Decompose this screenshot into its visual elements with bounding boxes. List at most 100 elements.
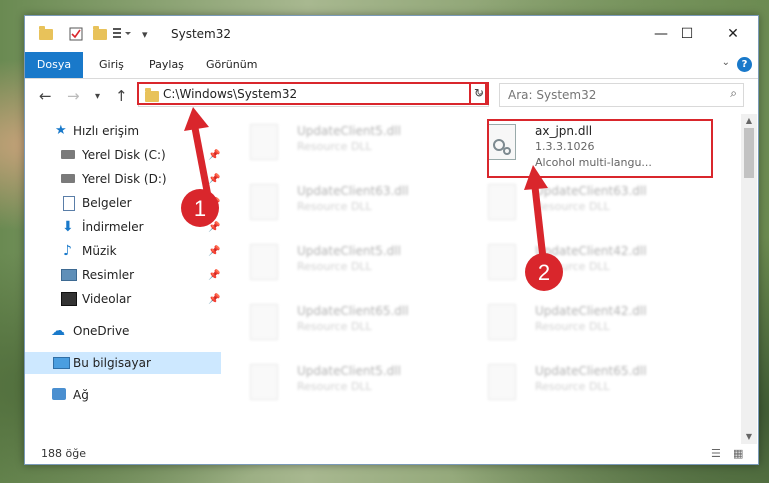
sidebar-item-local-disk-c[interactable]: Yerel Disk (C:) 📌 [25,144,221,166]
star-icon: ★ [55,123,67,138]
download-icon: ⬇ [62,219,74,235]
dll-file-icon [488,304,516,340]
address-highlight-box [137,82,487,105]
properties-icon[interactable] [69,25,85,43]
list-item[interactable]: UpdateClient63.dll Resource DLL [463,178,663,228]
file-name: UpdateClient42.dll [535,244,647,258]
sidebar-item-label: Yerel Disk (C:) [82,148,166,162]
dll-file-icon [250,184,278,220]
vertical-scrollbar[interactable]: ▲ ▼ [741,114,757,444]
pin-icon: 📌 [208,198,221,209]
search-box[interactable]: ⌕ [499,83,744,107]
pictures-icon [61,269,77,281]
list-item[interactable]: UpdateClient5.dll Resource DLL [225,118,425,168]
recent-locations-icon[interactable]: ▾ [95,91,100,102]
new-folder-icon[interactable] [93,25,107,43]
ribbon-expand-icon[interactable]: ⌄ [722,57,730,68]
file-name: UpdateClient63.dll [297,184,409,198]
dll-file-icon [250,244,278,280]
sidebar-item-label: Müzik [82,244,117,258]
list-item[interactable]: UpdateClient5.dll Resource DLL [225,238,425,288]
sidebar-item-videos[interactable]: Videolar 📌 [25,288,221,310]
videos-icon [61,292,77,306]
list-item[interactable]: UpdateClient63.dll Resource DLL [225,178,425,228]
file-type: Resource DLL [297,140,372,153]
file-type: Resource DLL [535,380,610,393]
music-icon: ♪ [63,243,72,259]
sidebar-item-label: Bu bilgisayar [73,356,151,370]
pin-icon: 📌 [208,174,221,185]
details-view-icon[interactable]: ☰ [711,447,725,460]
file-type: Resource DLL [297,260,372,273]
list-item[interactable]: UpdateClient65.dll Resource DLL [225,298,425,348]
sidebar-item-label: Ağ [73,388,89,402]
pin-icon: 📌 [208,150,221,161]
file-name: UpdateClient65.dll [535,364,647,378]
computer-icon [53,357,70,369]
sidebar-item-label: Hızlı erişim [73,124,140,138]
search-input[interactable] [506,85,710,105]
sidebar-item-local-disk-d[interactable]: Yerel Disk (D:) 📌 [25,168,221,190]
list-item[interactable]: UpdateClient42.dll Resource DLL [463,298,663,348]
file-highlight-box [487,119,713,178]
pin-icon: 📌 [208,246,221,257]
dll-file-icon [488,184,516,220]
sidebar-item-label: İndirmeler [82,220,144,234]
drive-icon [61,174,75,183]
file-name: UpdateClient5.dll [297,244,401,258]
title-bar: ▾ System32 — ☐ ✕ [25,16,758,52]
window-title: System32 [171,27,232,41]
refresh-button[interactable]: ↻ [469,82,489,105]
tab-view[interactable]: Görünüm [206,52,257,78]
minimize-button[interactable]: — [647,22,675,46]
sidebar-item-downloads[interactable]: ⬇ İndirmeler 📌 [25,216,221,238]
dll-file-icon [488,364,516,400]
tab-file[interactable]: Dosya [25,52,83,78]
up-button[interactable]: ↑ [115,87,128,105]
help-icon[interactable]: ? [737,57,752,72]
back-button[interactable]: ← [39,87,52,105]
customize-toolbar-icon[interactable] [113,25,135,43]
dll-file-icon [250,304,278,340]
file-type: Resource DLL [535,320,610,333]
list-item[interactable]: UpdateClient42.dll Resource DLL [463,238,663,288]
maximize-button[interactable]: ☐ [673,22,701,46]
file-name: UpdateClient42.dll [535,304,647,318]
forward-button[interactable]: → [67,87,80,105]
dll-file-icon [250,124,278,160]
tab-home[interactable]: Giriş [99,52,124,78]
sidebar-item-label: Resimler [82,268,135,282]
window-folder-icon [39,25,53,43]
file-explorer-window: ▾ System32 — ☐ ✕ Dosya Giriş Paylaş Görü… [24,15,759,465]
list-item[interactable]: UpdateClient65.dll Resource DLL [463,358,663,408]
close-button[interactable]: ✕ [719,22,747,46]
scroll-thumb[interactable] [744,128,754,178]
item-count: 188 öğe [41,447,86,460]
ribbon: Dosya Giriş Paylaş Görünüm ⌄ ? [25,52,758,79]
navigation-pane: ★ Hızlı erişim Yerel Disk (C:) 📌 Yerel D… [25,116,223,446]
dll-file-icon [250,364,278,400]
file-type: Resource DLL [297,200,372,213]
network-icon [52,388,66,400]
file-name: UpdateClient65.dll [297,304,409,318]
status-bar: 188 öğe ☰ ▦ [25,444,758,464]
search-icon[interactable]: ⌕ [730,86,737,101]
sidebar-item-music[interactable]: ♪ Müzik 📌 [25,240,221,262]
navigation-bar: ← → ▾ ↑ C:\Windows\System32 ⌄ ↻ ⌕ [25,79,758,113]
sidebar-item-quick-access[interactable]: ★ Hızlı erişim [25,120,221,142]
drive-icon [61,150,75,159]
tab-share[interactable]: Paylaş [149,52,184,78]
list-item[interactable]: UpdateClient5.dll Resource DLL [225,358,425,408]
sidebar-item-network[interactable]: Ağ [25,384,221,406]
scroll-down-icon[interactable]: ▼ [741,430,757,444]
large-icons-view-icon[interactable]: ▦ [733,447,747,460]
sidebar-item-this-pc[interactable]: Bu bilgisayar [25,352,221,374]
file-name: UpdateClient5.dll [297,124,401,138]
scroll-up-icon[interactable]: ▲ [741,114,757,128]
sidebar-item-onedrive[interactable]: ☁ OneDrive [25,320,221,342]
sidebar-item-pictures[interactable]: Resimler 📌 [25,264,221,286]
quick-access-dropdown-icon[interactable]: ▾ [142,25,148,43]
file-type: Resource DLL [297,380,372,393]
sidebar-item-documents[interactable]: Belgeler 📌 [25,192,221,214]
sidebar-item-label: OneDrive [73,324,130,338]
